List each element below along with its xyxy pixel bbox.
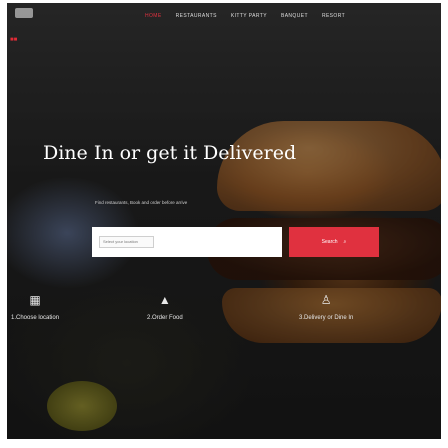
dark-overlay (7, 3, 441, 439)
hero-subtitle: Find restaurants, Book and order before … (95, 200, 188, 205)
rider-icon: ♙ (320, 293, 332, 307)
location-select[interactable]: Select your location (99, 236, 154, 248)
step-order-food: ▲ 2.Order Food (147, 293, 183, 321)
hero-title: Dine In or get it Delivered (43, 142, 297, 164)
nav-item-resort[interactable]: RESORT (322, 13, 345, 19)
step-label: 3.Delivery or Dine In (299, 315, 354, 321)
burger-icon: ▲ (158, 293, 171, 307)
step-label: 2.Order Food (147, 315, 183, 321)
side-red-tag: ■■ (10, 37, 18, 43)
nav-item-restaurants[interactable]: RESTAURANTS (176, 13, 217, 19)
search-button-label: Search (321, 239, 338, 245)
search-icon: ⌕ (343, 239, 347, 245)
nav-item-banquet[interactable]: BANQUET (281, 13, 308, 19)
step-label: 1.Choose location (11, 315, 60, 321)
store-icon: ▦ (29, 293, 41, 307)
top-navigation: HOME RESTAURANTS KITTY PARTY BANQUET RES… (7, 3, 441, 35)
search-button[interactable]: Search ⌕ (289, 227, 379, 257)
step-choose-location: ▦ 1.Choose location (11, 293, 59, 321)
hero-section: HOME RESTAURANTS KITTY PARTY BANQUET RES… (7, 3, 441, 439)
nav-item-kitty-party[interactable]: KITTY PARTY (231, 13, 267, 19)
main-nav: HOME RESTAURANTS KITTY PARTY BANQUET RES… (145, 13, 345, 19)
site-logo[interactable] (15, 8, 33, 18)
nav-item-home[interactable]: HOME (145, 13, 162, 19)
step-delivery: ♙ 3.Delivery or Dine In (299, 293, 353, 321)
